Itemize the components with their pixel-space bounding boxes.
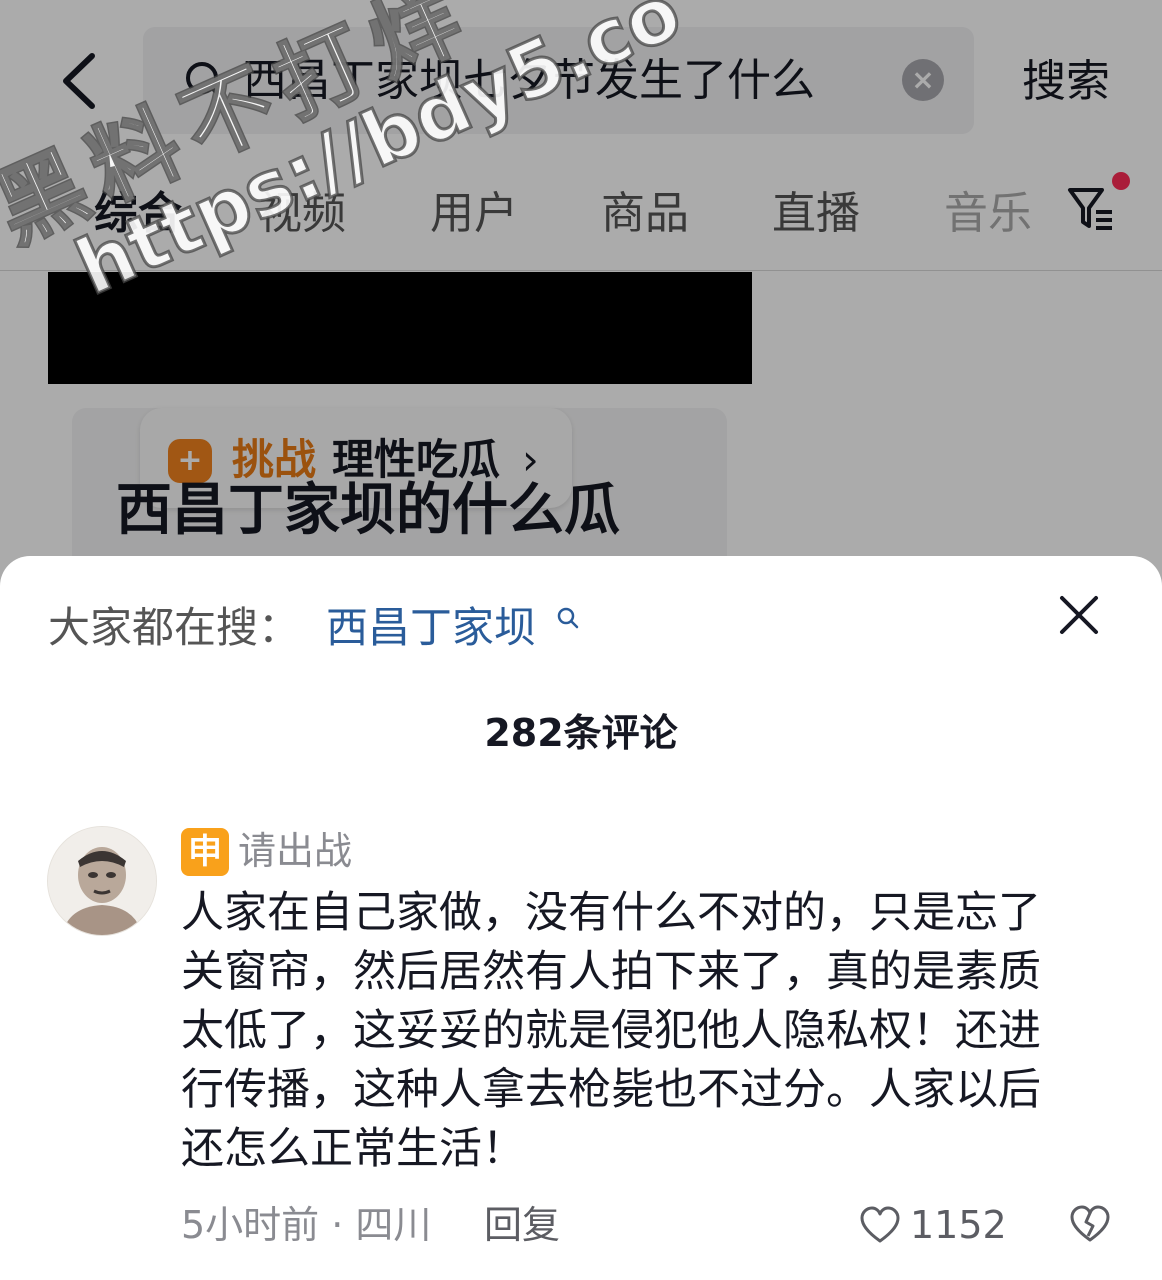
like-count: 1152 xyxy=(910,1203,1007,1247)
comment-line: 太低了，这妥妥的就是侵犯他人隐私权！还进 xyxy=(181,1006,1041,1056)
avatar-portrait-icon xyxy=(48,827,156,935)
heart-icon[interactable] xyxy=(860,1206,900,1244)
comments-sheet: 大家都在搜： 西昌丁家坝 282条评论 申 请出战 人家在自己家做，没有什么不对… xyxy=(0,556,1162,1280)
comment-line: 还怎么正常生活！ xyxy=(181,1124,525,1174)
dim-overlay[interactable] xyxy=(0,0,1162,600)
comment-line: 关窗帘，然后居然有人拍下来了，真的是素质 xyxy=(181,947,1041,997)
comment-line: 人家在自己家做，没有什么不对的，只是忘了 xyxy=(181,888,1041,938)
trending-search-label: 大家都在搜： xyxy=(48,603,301,652)
avatar[interactable] xyxy=(47,826,157,936)
comment-count: 282条评论 xyxy=(484,711,678,755)
broken-heart-icon[interactable] xyxy=(1070,1204,1110,1244)
comment-line: 行传播，这种人拿去枪毙也不过分。人家以后 xyxy=(181,1065,1041,1115)
reply-button[interactable]: 回复 xyxy=(484,1200,560,1250)
comment-username[interactable]: 请出战 xyxy=(238,824,352,878)
search-icon[interactable] xyxy=(556,606,580,630)
close-icon[interactable] xyxy=(1058,594,1100,636)
trending-search-link[interactable]: 西昌丁家坝 xyxy=(326,600,536,656)
comment-time-location: 5小时前 · 四川 xyxy=(181,1203,432,1247)
search-results-page: 西昌丁家坝七夕节发生了什么 × 搜索 综合 视频 用户 商品 直播 音乐 + 挑… xyxy=(0,0,1162,608)
user-badge: 申 xyxy=(181,828,229,876)
comment-text: 人家在自己家做，没有什么不对的，只是忘了 关窗帘，然后居然有人拍下来了，真的是素… xyxy=(181,884,1081,1179)
